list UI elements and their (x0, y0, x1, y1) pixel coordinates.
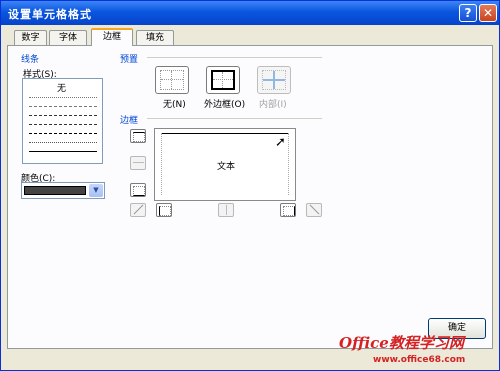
tab-border[interactable]: 边框 (91, 28, 133, 46)
border-divider (147, 118, 322, 119)
border-bottom-button[interactable] (130, 183, 146, 197)
line-style-none[interactable]: 无 (57, 81, 66, 94)
preset-inside-button[interactable] (257, 66, 291, 94)
diagonal-up-icon (133, 204, 144, 215)
border-inside-horizontal-button[interactable] (130, 156, 146, 170)
preset-outline-button[interactable] (206, 66, 240, 94)
preset-none-button[interactable] (155, 66, 189, 94)
preset-outline-icon (211, 70, 235, 90)
close-button[interactable]: ✕ (479, 4, 497, 22)
line-style-thin[interactable] (29, 151, 97, 152)
line-style-dotted[interactable] (29, 97, 97, 98)
tab-label: 边框 (102, 32, 121, 42)
color-swatch (24, 186, 86, 195)
tab-font[interactable]: 字体 (49, 30, 87, 45)
dialog-title: 设置单元格格式 (8, 8, 92, 21)
line-style-hair[interactable] (29, 142, 97, 143)
preset-outline-label: 外边框(O) (204, 100, 246, 110)
line-style-dash-dot-dot[interactable] (29, 115, 97, 116)
line-style-list[interactable]: 无 (22, 78, 103, 164)
border-inside-horizontal-icon (133, 162, 144, 163)
border-diagonal-down-button[interactable] (306, 203, 322, 217)
help-button[interactable]: ? (459, 4, 477, 22)
help-icon: ? (464, 6, 472, 20)
border-preview[interactable]: 文本 ➚ (154, 128, 296, 201)
cursor-icon: ➚ (275, 135, 286, 150)
line-style-dashed[interactable] (29, 133, 97, 134)
preset-inside-label: 内部(I) (259, 100, 287, 110)
border-group-label: 边框 (120, 116, 139, 126)
watermark-logo: Office教程学习网 (339, 334, 464, 352)
format-cells-dialog: 设置单元格格式 ? ✕ 数字 字体 边框 填充 线条 样式(S): 无 颜色(C… (0, 0, 500, 371)
preset-none-label: 无(N) (163, 100, 186, 110)
border-left-icon (159, 206, 171, 216)
border-top-button[interactable] (130, 129, 146, 143)
border-right-button[interactable] (280, 203, 296, 217)
diagonal-down-icon (309, 204, 320, 215)
line-style-dash-dot[interactable] (29, 124, 97, 125)
tab-label: 填充 (145, 33, 164, 43)
color-select[interactable]: ▼ (21, 182, 105, 199)
border-inside-vertical-icon (226, 205, 227, 215)
border-left-button[interactable] (156, 203, 172, 217)
preset-group-label: 预置 (120, 55, 139, 65)
border-diagonal-up-button[interactable] (130, 203, 146, 217)
tab-label: 数字 (21, 33, 40, 43)
chevron-down-icon[interactable]: ▼ (89, 184, 103, 197)
border-top-icon (133, 132, 145, 142)
preset-divider (147, 57, 322, 58)
line-group-label: 线条 (21, 55, 40, 65)
line-style-dashed-fine[interactable] (29, 106, 97, 107)
border-inside-vertical-button[interactable] (218, 203, 234, 217)
preset-none-icon (160, 70, 184, 90)
close-icon: ✕ (482, 6, 494, 20)
title-bar[interactable]: 设置单元格格式 ? ✕ (1, 1, 499, 25)
tab-number[interactable]: 数字 (14, 30, 47, 45)
preview-text: 文本 (217, 162, 236, 172)
border-bottom-icon (133, 186, 145, 196)
watermark-url: www.office68.com (373, 355, 466, 365)
border-right-icon (283, 206, 295, 216)
preset-inside-icon (262, 70, 286, 90)
tab-label: 字体 (58, 33, 77, 43)
tab-fill[interactable]: 填充 (136, 30, 174, 45)
